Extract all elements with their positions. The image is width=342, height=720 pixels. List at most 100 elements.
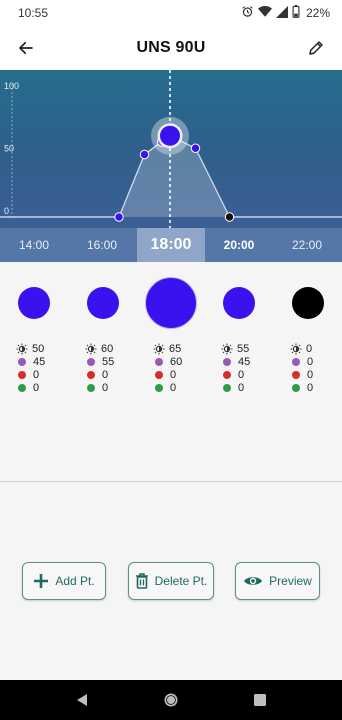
time-label[interactable]: 22:00	[279, 228, 335, 262]
channel-marker	[223, 357, 231, 366]
nav-back-icon[interactable]	[72, 690, 92, 710]
data-point[interactable]	[114, 212, 124, 222]
channel-marker	[292, 357, 300, 366]
brightness-icon	[290, 343, 302, 355]
channel-value-row: 0	[292, 368, 313, 381]
channel-value-row: 45	[18, 355, 45, 368]
channel-value: 0	[33, 381, 40, 394]
channel-marker	[223, 370, 231, 379]
battery-percent: 22%	[305, 6, 330, 20]
status-icons: 22%	[241, 5, 330, 21]
delete-point-label: Delete Pt.	[154, 574, 208, 588]
channel-value: 0	[307, 355, 314, 368]
system-nav-bar	[0, 680, 342, 720]
y-tick-label: 0	[4, 206, 9, 216]
y-tick-label: 50	[4, 144, 14, 154]
channel-marker	[87, 370, 95, 379]
channel-value: 50	[32, 342, 45, 355]
channel-value: 0	[33, 368, 40, 381]
selected-data-point	[160, 125, 180, 146]
channel-value: 60	[170, 355, 183, 368]
channel-value-row: 60	[155, 355, 182, 368]
channel-value: 55	[102, 355, 115, 368]
status-time: 10:55	[18, 6, 49, 20]
channel-marker	[18, 370, 26, 379]
brightness-icon	[153, 343, 165, 355]
channel-value: 0	[170, 381, 177, 394]
channel-marker	[87, 357, 95, 366]
channel-value-row: 0	[155, 368, 176, 381]
nav-home-icon[interactable]	[161, 690, 181, 710]
nav-recents-icon[interactable]	[250, 690, 270, 710]
channel-value: 0	[102, 381, 109, 394]
app-bar: UNS 90U	[0, 26, 342, 70]
channel-value-row: 55	[87, 355, 114, 368]
time-label[interactable]: 16:00	[74, 228, 130, 262]
channel-value: 45	[33, 355, 46, 368]
color-swatch[interactable]	[292, 287, 324, 319]
back-arrow-icon[interactable]	[14, 36, 38, 60]
data-point[interactable]	[139, 149, 150, 160]
intensity-chart[interactable]: 100 50 0	[0, 70, 342, 228]
channel-value-row: 65	[153, 342, 182, 355]
channel-value: 0	[170, 368, 177, 381]
channel-value-row: 55	[221, 342, 250, 355]
signal-icon	[275, 5, 288, 21]
divider	[0, 481, 342, 482]
channel-value-row: 0	[155, 381, 176, 394]
status-bar: 10:55 22%	[0, 0, 342, 26]
delete-point-button[interactable]: Delete Pt.	[128, 562, 214, 600]
channel-value: 45	[238, 355, 251, 368]
channel-marker	[155, 370, 163, 379]
time-strip[interactable]: 14:00 16:00 18:00 20:00 22:00	[0, 228, 342, 262]
channel-value-row: 0	[290, 342, 313, 355]
time-label[interactable]: 20:00	[211, 228, 267, 262]
channel-panel: Add Pt. Delete Pt. Preview 50 45 0 0 60 55 0 0 6…	[0, 262, 342, 680]
channel-marker	[292, 370, 300, 379]
channel-value-row: 0	[223, 381, 244, 394]
channel-marker	[87, 383, 95, 392]
channel-value: 0	[307, 381, 314, 394]
color-swatch[interactable]	[87, 287, 119, 319]
channel-value-row: 0	[18, 381, 39, 394]
channel-value: 0	[238, 368, 245, 381]
wifi-icon	[257, 5, 272, 21]
alarm-icon	[241, 5, 254, 21]
channel-value: 65	[169, 342, 182, 355]
color-swatch[interactable]	[223, 287, 255, 319]
edit-pencil-icon[interactable]	[304, 36, 328, 60]
color-swatch[interactable]	[145, 277, 197, 329]
channel-marker	[18, 357, 26, 366]
channel-marker	[18, 383, 26, 392]
add-point-button[interactable]: Add Pt.	[22, 562, 106, 600]
channel-marker	[292, 383, 300, 392]
channel-marker	[223, 383, 231, 392]
channel-value-row: 0	[87, 368, 108, 381]
add-point-label: Add Pt.	[55, 574, 95, 588]
time-label[interactable]: 14:00	[6, 228, 62, 262]
channel-value-row: 45	[223, 355, 250, 368]
chart-svg[interactable]: 100 50 0	[0, 70, 342, 228]
time-label[interactable]: 18:00	[137, 228, 205, 262]
page-title: UNS 90U	[136, 39, 206, 56]
battery-icon	[292, 5, 300, 21]
channel-value: 60	[101, 342, 114, 355]
channel-value: 0	[306, 342, 313, 355]
plus-icon	[33, 573, 49, 589]
channel-value: 0	[307, 368, 314, 381]
preview-label: Preview	[269, 574, 312, 588]
data-point[interactable]	[190, 143, 201, 153]
channel-marker	[155, 357, 163, 366]
brightness-icon	[221, 343, 233, 355]
eye-icon	[243, 575, 263, 587]
brightness-icon	[85, 343, 97, 355]
data-point[interactable]	[224, 212, 235, 222]
channel-value-row: 0	[87, 381, 108, 394]
channel-value-row: 50	[16, 342, 45, 355]
brightness-icon	[16, 343, 28, 355]
preview-button[interactable]: Preview	[235, 562, 320, 600]
channel-value: 0	[102, 368, 109, 381]
channel-value: 55	[237, 342, 250, 355]
color-swatch[interactable]	[18, 287, 50, 319]
channel-value-row: 60	[85, 342, 114, 355]
